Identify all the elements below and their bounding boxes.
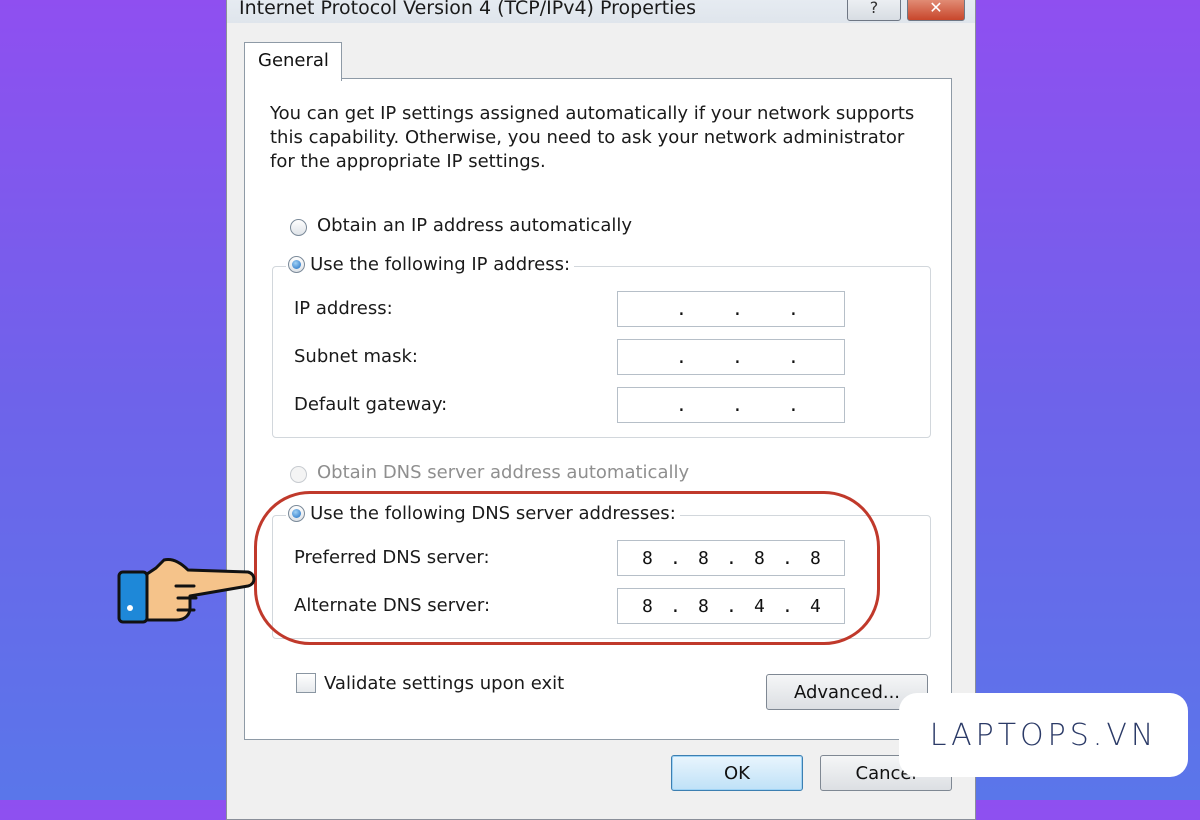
dns-highlight-outline <box>254 491 880 645</box>
title-bar: Internet Protocol Version 4 (TCP/IPv4) P… <box>227 0 975 23</box>
obtain-dns-auto-label: Obtain DNS server address automatically <box>317 462 690 483</box>
validate-settings-label: Validate settings upon exit <box>324 673 565 694</box>
obtain-ip-auto-radio[interactable] <box>290 219 307 236</box>
use-following-ip-label: Use the following IP address: <box>310 254 571 275</box>
ip-address-input[interactable]: . . . <box>617 291 845 327</box>
window-title: Internet Protocol Version 4 (TCP/IPv4) P… <box>239 0 697 19</box>
default-gateway-input[interactable]: . . . <box>617 387 845 423</box>
subnet-mask-input[interactable]: . . . <box>617 339 845 375</box>
help-button[interactable]: ? <box>847 0 901 21</box>
ip-address-label: IP address: <box>294 298 393 319</box>
tab-general-label: General <box>258 50 329 71</box>
subnet-mask-label: Subnet mask: <box>294 346 418 367</box>
description-text: You can get IP settings assigned automat… <box>270 103 915 172</box>
validate-settings-checkbox[interactable] <box>296 673 316 693</box>
obtain-dns-auto-radio[interactable] <box>290 466 307 483</box>
default-gateway-label: Default gateway: <box>294 394 448 415</box>
tab-general[interactable]: General <box>244 42 342 81</box>
use-following-ip-radio[interactable] <box>288 256 305 273</box>
obtain-ip-auto-label: Obtain an IP address automatically <box>317 215 633 236</box>
close-icon: ✕ <box>929 0 943 17</box>
ok-button[interactable]: OK <box>671 755 803 791</box>
watermark-text: LAPTOPS.VN <box>929 717 1158 753</box>
pointing-hand-icon <box>117 558 256 624</box>
help-icon: ? <box>869 0 879 17</box>
watermark-logo: LAPTOPS.VN <box>899 693 1188 777</box>
close-button[interactable]: ✕ <box>907 0 965 21</box>
